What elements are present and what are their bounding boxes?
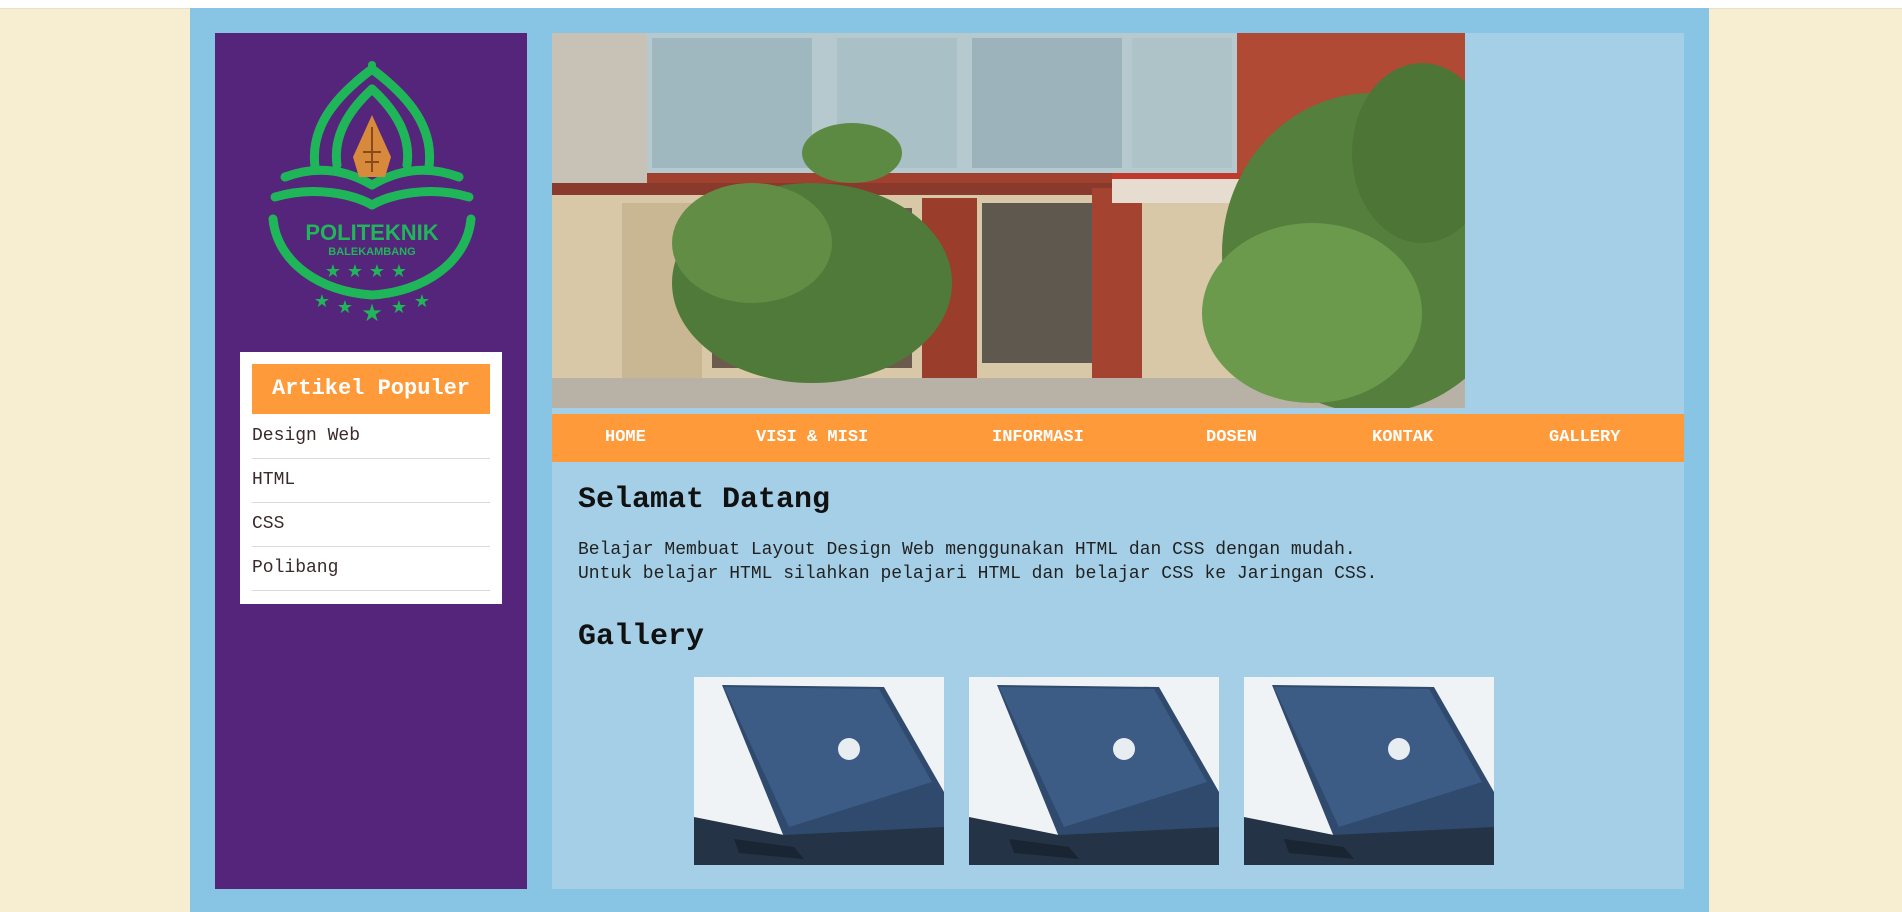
svg-text:★: ★ [391, 261, 407, 282]
article-link-polibang[interactable]: Polibang [252, 547, 490, 591]
gallery-heading: Gallery [578, 620, 705, 654]
svg-text:★: ★ [361, 299, 383, 327]
welcome-heading: Selamat Datang [578, 483, 831, 517]
main-content: HOME VISI & MISI INFORMASI DOSEN KONTAK … [552, 33, 1684, 889]
nav-gallery[interactable]: GALLERY [1549, 414, 1620, 462]
nav-home[interactable]: HOME [605, 414, 646, 462]
popular-articles-list: Design Web HTML CSS Polibang [252, 415, 490, 591]
campus-photo-image [552, 33, 1465, 408]
popular-articles-widget: Artikel Populer Design Web HTML CSS Poli… [240, 352, 502, 604]
logo-subtext: BALEKAMBANG [328, 246, 415, 258]
svg-text:★: ★ [391, 297, 407, 318]
svg-text:★: ★ [347, 261, 363, 282]
gallery-laptop-image[interactable] [969, 677, 1219, 865]
gallery-laptop-image[interactable] [694, 677, 944, 865]
nav-visi-misi[interactable]: VISI & MISI [756, 414, 868, 462]
page-wrapper: POLITEKNIK BALEKAMBANG ★ ★ ★ ★ ★ ★ ★ ★ ★… [190, 8, 1709, 912]
gallery-laptop-image[interactable] [1244, 677, 1494, 865]
widget-title: Artikel Populer [252, 364, 490, 414]
article-link-html[interactable]: HTML [252, 459, 490, 503]
nav-informasi[interactable]: INFORMASI [992, 414, 1084, 462]
politeknik-logo[interactable]: POLITEKNIK BALEKAMBANG ★ ★ ★ ★ ★ ★ ★ ★ ★ [255, 57, 490, 327]
logo-text: POLITEKNIK [305, 220, 438, 245]
svg-text:★: ★ [325, 261, 341, 282]
intro-line-2: Untuk belajar HTML silahkan pelajari HTM… [578, 564, 1378, 584]
intro-text: Belajar Membuat Layout Design Web menggu… [578, 538, 1377, 586]
intro-line-1: Belajar Membuat Layout Design Web menggu… [578, 540, 1356, 560]
nav-kontak[interactable]: KONTAK [1372, 414, 1433, 462]
article-link-design-web[interactable]: Design Web [252, 415, 490, 459]
nav-dosen[interactable]: DOSEN [1206, 414, 1257, 462]
svg-text:★: ★ [314, 291, 330, 312]
sidebar: POLITEKNIK BALEKAMBANG ★ ★ ★ ★ ★ ★ ★ ★ ★… [215, 33, 527, 889]
svg-text:★: ★ [414, 291, 430, 312]
article-link-css[interactable]: CSS [252, 503, 490, 547]
svg-text:★: ★ [369, 261, 385, 282]
svg-text:★: ★ [337, 297, 353, 318]
main-navigation: HOME VISI & MISI INFORMASI DOSEN KONTAK … [552, 414, 1684, 462]
